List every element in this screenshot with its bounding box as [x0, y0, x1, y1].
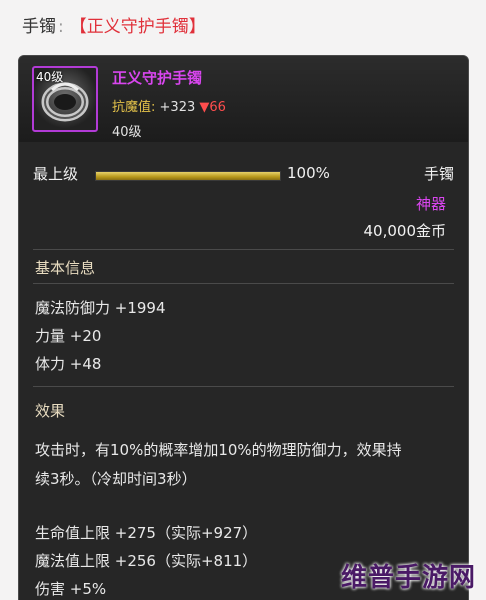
icon-level-badge: 40级 [36, 70, 64, 84]
grade-label: 最上级 [33, 165, 79, 183]
grade-row: 最上级 100% 手镯 [33, 163, 458, 187]
stat-vitality: 体力 +48 [35, 355, 102, 373]
item-tooltip-card: 40级 正义守护手镯 抗魔值: +323 ▼66 40级 最上级 100% 手镯… [18, 55, 469, 600]
item-icon-frame[interactable]: 40级 [32, 66, 98, 132]
resist-label: 抗魔值: [112, 100, 156, 115]
resist-value: +323 [159, 100, 196, 115]
effect-line: 续3秒。（冷却时间3秒） [35, 470, 197, 488]
basic-info-title: 基本信息 [35, 259, 96, 277]
rarity-label: 神器 [415, 195, 446, 213]
effect-line: 攻击时，有10%的概率增加10%的物理防御力，效果持 [35, 441, 402, 459]
slot-type: 手镯 [423, 165, 454, 183]
stat-magic-defense: 魔法防御力 +1994 [35, 299, 166, 317]
resist-delta: ▼66 [199, 100, 226, 115]
stat-strength: 力量 +20 [35, 327, 102, 345]
header-separator: : [58, 17, 64, 37]
price-label: 40,000金币 [363, 222, 447, 240]
effect-description: 攻击时，有10%的概率增加10%的物理防御力，效果持 续3秒。（冷却时间3秒） [35, 436, 455, 494]
watermark-logo: 维普手游网 [340, 563, 476, 593]
resist-stat: 抗魔值: +323 ▼66 [112, 96, 226, 115]
bonus-mp: 魔法值上限 +256（实际+811） [35, 552, 258, 570]
bonus-damage: 伤害 +5% [35, 580, 107, 598]
divider [33, 283, 454, 284]
bonus-hp: 生命值上限 +275（实际+927） [35, 524, 258, 542]
grade-percent: 100% [287, 164, 330, 182]
divider [33, 249, 454, 250]
item-header: 手镯: 【正义守护手镯】 [22, 12, 206, 37]
item-level: 40级 [112, 125, 142, 140]
header-item-name: 【正义守护手镯】 [69, 17, 206, 37]
divider [33, 386, 454, 387]
grade-progress-fill [96, 172, 280, 180]
grade-progress-bar [95, 171, 281, 181]
header-slot-label: 手镯 [22, 17, 56, 37]
item-name: 正义守护手镯 [112, 69, 203, 87]
effect-title: 效果 [35, 402, 66, 420]
